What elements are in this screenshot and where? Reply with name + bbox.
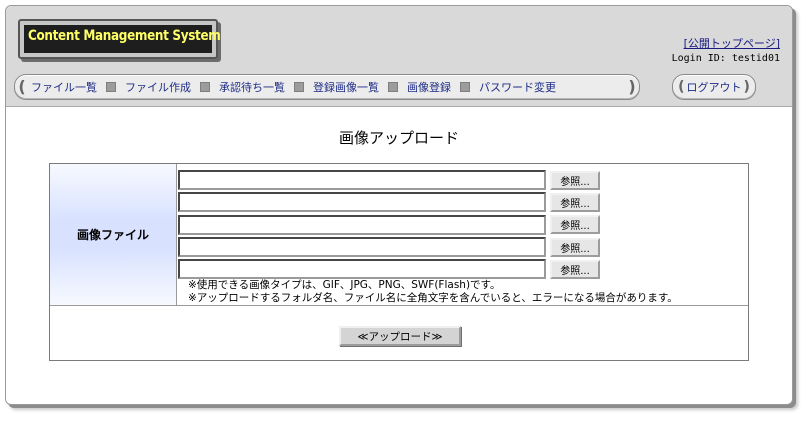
public-top-page-link[interactable]: [公開トップページ] (684, 35, 780, 51)
nav-right-cap-icon: ) (628, 77, 636, 96)
browse-button-2[interactable]: 参照... (550, 192, 600, 212)
app-window: Content Management System [公開トップページ] Log… (5, 5, 793, 405)
file-row: 参照... (178, 214, 738, 236)
file-row: 参照... (178, 236, 738, 258)
file-path-input-1[interactable] (178, 170, 546, 191)
file-path-input-4[interactable] (178, 237, 546, 258)
logout-button[interactable]: ( ログアウト ) (672, 74, 756, 100)
nav-item-file-create[interactable]: ファイル作成 (123, 79, 193, 95)
nav-separator-icon (294, 82, 304, 92)
upload-form: 画像ファイル 参照... 参照... 参照... 参照... 参照... ※使用… (49, 163, 749, 361)
browse-button-5[interactable]: 参照... (550, 259, 600, 279)
browse-button-3[interactable]: 参照... (550, 215, 600, 235)
logout-left-cap-icon: ( (678, 79, 685, 95)
nav-separator-icon (200, 82, 210, 92)
file-path-input-5[interactable] (178, 259, 546, 280)
nav-item-file-list[interactable]: ファイル一覧 (29, 79, 99, 95)
logout-right-cap-icon: ) (743, 79, 750, 95)
logo-background: Content Management System (24, 25, 221, 53)
upload-button[interactable]: ≪アップロード≫ (339, 326, 461, 346)
file-input-group: 参照... 参照... 参照... 参照... 参照... ※使用できる画像タイ… (178, 169, 738, 305)
nav-separator-icon (460, 82, 470, 92)
browse-button-4[interactable]: 参照... (550, 237, 600, 257)
logo-text: Content Management System (28, 28, 221, 44)
file-row: 参照... (178, 258, 738, 280)
browse-button-1[interactable]: 参照... (550, 170, 600, 190)
logout-label: ログアウト (686, 81, 742, 94)
image-file-label: 画像ファイル (50, 164, 177, 305)
header: Content Management System [公開トップページ] Log… (6, 6, 792, 107)
file-row: 参照... (178, 191, 738, 213)
upload-notes: ※使用できる画像タイプは、GIF、JPG、PNG、SWF(Flash)です。 ※… (188, 279, 738, 305)
nav-bar: ( ファイル一覧 ファイル作成 承認待ち一覧 登録画像一覧 画像登録 パスワード… (14, 74, 640, 100)
nav-separator-icon (106, 82, 116, 92)
nav-item-approval-pending[interactable]: 承認待ち一覧 (217, 79, 287, 95)
form-divider (50, 305, 748, 306)
page-title: 画像アップロード (338, 129, 459, 147)
note-fullwidth-warning: ※アップロードするフォルダ名、ファイル名に全角文字を含んでいると、エラーになる場… (188, 292, 678, 305)
nav-separator-icon (388, 82, 398, 92)
file-path-input-2[interactable] (178, 192, 546, 213)
nav-item-image-list[interactable]: 登録画像一覧 (311, 79, 381, 95)
note-allowed-types: ※使用できる画像タイプは、GIF、JPG、PNG、SWF(Flash)です。 (188, 279, 501, 292)
logo: Content Management System (18, 19, 221, 59)
login-id-text: Login ID: testid01 (671, 53, 780, 64)
nav-item-image-register[interactable]: 画像登録 (405, 79, 453, 95)
file-path-input-3[interactable] (178, 214, 546, 235)
nav-item-password-change[interactable]: パスワード変更 (477, 79, 558, 95)
nav-left-cap-icon: ( (18, 77, 26, 96)
file-row: 参照... (178, 169, 738, 191)
